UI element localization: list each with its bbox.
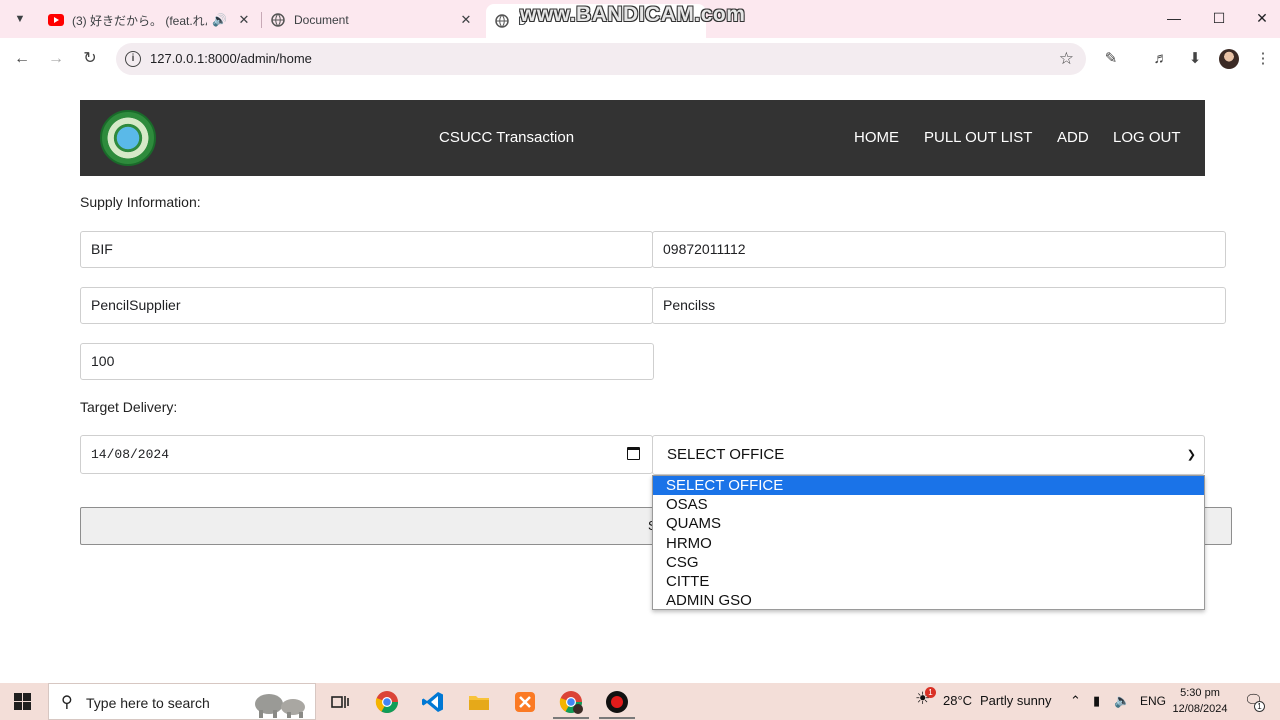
weather-text[interactable]: Partly sunny [980,693,1052,708]
file-explorer-icon[interactable] [467,690,491,714]
clock-date: 12/08/2024 [1172,703,1228,715]
taskbar-search-box[interactable]: ⚲ Type here to search [48,683,316,720]
date-value: 14/08/2024 [91,447,170,462]
chrome-icon[interactable] [375,690,399,714]
page-content: CSUCC Transaction HOME PULL OUT LIST ADD… [0,80,1280,683]
tab-youtube[interactable]: (3) 好きだから。 (feat.れん) / 🔊 ✕ [40,6,260,34]
brand-title: CSUCC Transaction [439,129,575,146]
profile-avatar[interactable] [1219,49,1239,69]
supplier-field[interactable]: PencilSupplier [80,287,653,324]
maximize-icon[interactable]: ☐ [1205,6,1233,30]
extensions-icon[interactable]: ✎ [1099,47,1123,71]
minimize-icon[interactable]: — [1160,6,1188,30]
weather-temp[interactable]: 28°C [943,693,972,708]
reload-icon[interactable]: ↻ [78,47,102,71]
office-option[interactable]: QUAMS [653,514,1204,533]
media-controls-icon[interactable]: ♬ [1149,47,1173,71]
office-select[interactable]: SELECT OFFICE ❯ [652,435,1205,475]
globe-icon [494,13,510,29]
volume-icon[interactable]: 🔈 [1114,693,1130,709]
office-select-value: SELECT OFFICE [667,446,785,463]
vscode-icon[interactable] [421,690,445,714]
nav-add-link[interactable]: ADD [1057,129,1089,146]
tab-search-chevron-icon[interactable]: ▼ [8,7,32,31]
chevron-down-icon: ❯ [1186,449,1196,461]
active-app-indicator [599,717,635,719]
delivery-date-input[interactable]: 14/08/2024 [80,435,653,474]
app-navbar: CSUCC Transaction HOME PULL OUT LIST ADD… [80,100,1205,176]
office-option[interactable]: CITTE [653,572,1204,591]
browser-toolbar: ← → ↻ i 127.0.0.1:8000/admin/home ☆ ✎ ♬ … [0,38,1280,80]
chrome-profile-icon[interactable] [559,690,583,714]
windows-taskbar: ⚲ Type here to search ☀ 1 28°C Partly su… [0,683,1280,720]
target-delivery-label: Target Delivery: [80,399,178,415]
nav-home-link[interactable]: HOME [854,129,899,146]
office-option[interactable]: SELECT OFFICE [653,476,1204,495]
close-tab-icon[interactable]: ✕ [458,12,474,28]
speaker-icon[interactable]: 🔊 [212,13,227,27]
xampp-icon[interactable] [513,690,537,714]
bandicam-record-icon[interactable] [605,690,629,714]
active-app-indicator [553,717,589,719]
forward-arrow-icon[interactable]: → [44,47,68,71]
youtube-icon [48,12,64,28]
site-info-icon[interactable]: i [125,51,141,67]
elephants-image [255,694,305,718]
search-icon: ⚲ [61,694,73,711]
tab-strip: ▼ (3) 好きだから。 (feat.れん) / 🔊 ✕ Document ✕ … [0,0,1280,38]
windows-start-icon[interactable] [14,693,31,710]
nav-logout-link[interactable]: LOG OUT [1113,129,1181,146]
office-option[interactable]: OSAS [653,495,1204,514]
address-bar[interactable]: i 127.0.0.1:8000/admin/home ☆ [116,43,1086,75]
notification-count: 1 [1254,701,1265,712]
close-tab-icon[interactable]: ✕ [236,12,252,28]
office-option[interactable]: CSG [653,553,1204,572]
downloads-icon[interactable]: ⬇ [1183,47,1207,71]
url-text: 127.0.0.1:8000/admin/home [150,51,312,66]
meet-now-icon[interactable]: ▮ [1093,693,1100,709]
bandicam-watermark: www.BANDICAM.com [520,3,746,26]
nav-pullout-link[interactable]: PULL OUT LIST [924,129,1032,146]
back-arrow-icon[interactable]: ← [10,47,34,71]
tab-document[interactable]: Document ✕ [262,6,482,34]
menu-kebab-icon[interactable]: ⋮ [1251,47,1275,71]
clock-time: 5:30 pm [1180,687,1220,699]
supply-field-1[interactable]: BIF [80,231,653,268]
search-placeholder: Type here to search [86,695,210,711]
item-field[interactable]: Pencilss [652,287,1226,324]
supply-field-2[interactable]: 09872011112 [652,231,1226,268]
bookmark-star-icon[interactable]: ☆ [1059,49,1074,69]
globe-icon [270,12,286,28]
supply-info-label: Supply Information: [80,194,201,210]
office-option[interactable]: HRMO [653,534,1204,553]
system-clock[interactable]: 5:30 pm 12/08/2024 [1170,685,1230,717]
weather-badge: 1 [925,687,936,698]
university-logo [100,110,156,166]
tab-title: (3) 好きだから。 (feat.れん) / [72,13,207,28]
office-option[interactable]: ADMIN GSO [653,591,1204,610]
chevron-up-icon[interactable]: ⌃ [1070,693,1081,709]
calendar-icon[interactable] [627,447,640,460]
quantity-field[interactable]: 100 [80,343,654,380]
office-dropdown-list: SELECT OFFICE OSAS QUAMS HRMO CSG CITTE … [652,475,1205,610]
close-window-icon[interactable]: ✕ [1248,6,1276,30]
task-view-icon[interactable] [328,690,352,714]
tab-title: Document [294,13,349,27]
language-indicator[interactable]: ENG [1140,694,1166,708]
